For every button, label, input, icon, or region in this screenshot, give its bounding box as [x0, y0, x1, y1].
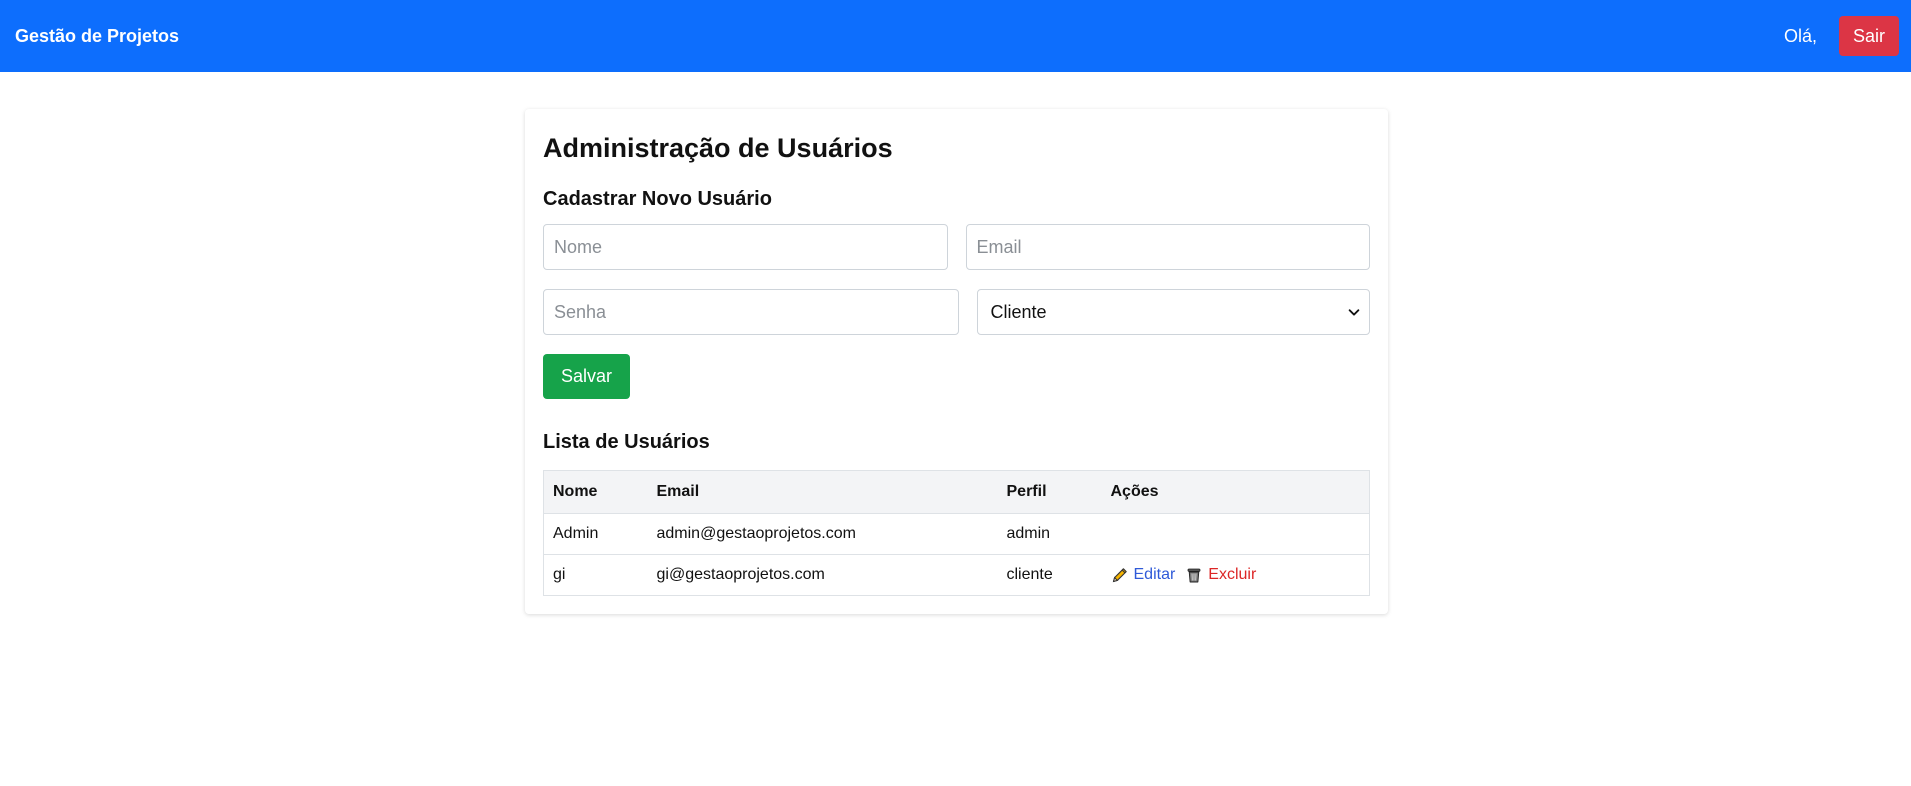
user-greeting: Olá, — [1783, 25, 1817, 46]
edit-user-link[interactable]: Editar — [1111, 566, 1176, 584]
user-email-cell: gi@gestaoprojetos.com — [647, 554, 998, 596]
column-header-name: Nome — [543, 470, 648, 514]
password-input[interactable] — [543, 289, 959, 335]
column-header-email: Email — [647, 470, 998, 514]
user-name-cell: Admin — [543, 513, 648, 555]
table-header-row: Nome Email Perfil Ações — [543, 470, 1370, 514]
form-row-1 — [543, 224, 1370, 270]
column-header-actions: Ações — [1101, 470, 1370, 514]
edit-link-label: Editar — [1133, 566, 1176, 583]
trash-icon — [1187, 568, 1201, 583]
navbar-right: Olá, Sair — [1784, 16, 1899, 56]
pencil-icon — [1112, 568, 1127, 583]
email-input[interactable] — [965, 224, 1370, 270]
app-brand[interactable]: Gestão de Projetos — [15, 26, 179, 47]
top-navbar: Gestão de Projetos Olá, Sair — [0, 0, 1911, 72]
table-row: Admin admin@gestaoprojetos.com admin — [543, 513, 1370, 555]
delete-user-link[interactable]: Excluir — [1185, 566, 1256, 584]
column-header-role: Perfil — [997, 470, 1102, 514]
user-email-cell: admin@gestaoprojetos.com — [647, 513, 998, 555]
user-name-cell: gi — [543, 554, 648, 596]
name-input[interactable] — [543, 224, 948, 270]
page-title: Administração de Usuários — [543, 133, 893, 163]
user-role-cell: cliente — [997, 554, 1102, 596]
role-select-value: Cliente — [990, 301, 1047, 322]
form-row-2: Cliente — [543, 289, 1370, 335]
user-actions-cell — [1101, 513, 1370, 555]
users-table: Nome Email Perfil Ações Admin admin@gest… — [543, 470, 1370, 596]
new-user-form-title: Cadastrar Novo Usuário — [543, 188, 772, 210]
logout-button[interactable]: Sair — [1838, 16, 1899, 56]
role-select[interactable]: Cliente — [976, 289, 1370, 335]
user-actions-cell: Editar Excluir — [1101, 554, 1370, 596]
save-button[interactable]: Salvar — [543, 354, 631, 399]
user-role-cell: admin — [997, 513, 1102, 555]
chevron-down-icon — [1348, 309, 1360, 316]
row-actions: Editar Excluir — [1111, 566, 1361, 584]
table-row: gi gi@gestaoprojetos.com cliente Editar — [543, 554, 1370, 596]
role-select-wrapper: Cliente — [976, 289, 1370, 335]
delete-link-label: Excluir — [1208, 566, 1257, 583]
user-admin-card: Administração de Usuários Cadastrar Novo… — [525, 109, 1388, 614]
user-list-title: Lista de Usuários — [543, 431, 710, 453]
